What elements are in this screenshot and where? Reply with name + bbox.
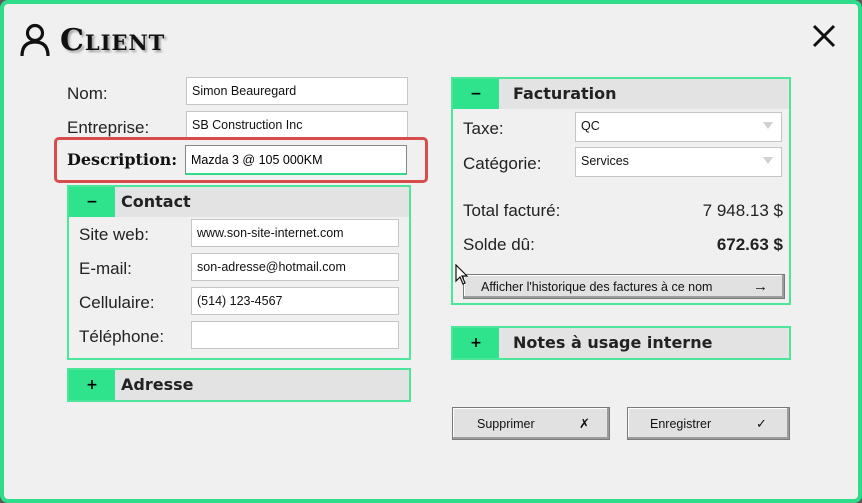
- balance-value: 672.63 $: [716, 235, 783, 254]
- website-field[interactable]: www.son-site-internet.com: [191, 219, 399, 247]
- website-label: Site web:: [79, 225, 149, 244]
- name-label: Nom:: [67, 84, 108, 103]
- notes-panel: + Notes à usage interne: [451, 326, 791, 360]
- notes-panel-title: Notes à usage interne: [513, 333, 713, 352]
- email-field[interactable]: son-adresse@hotmail.com: [191, 253, 399, 281]
- chevron-down-icon: [763, 122, 773, 129]
- email-label: E-mail:: [79, 259, 132, 278]
- title-bar: Client: [20, 18, 165, 62]
- name-field[interactable]: Simon Beauregard: [186, 77, 408, 105]
- company-field[interactable]: SB Construction Inc: [186, 111, 408, 139]
- delete-button[interactable]: Supprimer ✗: [452, 407, 610, 440]
- category-label: Catégorie:: [463, 154, 542, 173]
- contact-panel-header[interactable]: − Contact: [69, 187, 409, 217]
- category-select-value: Services: [581, 154, 629, 168]
- address-panel-title: Adresse: [121, 375, 194, 394]
- invoice-history-button[interactable]: Afficher l'historique des factures à ce …: [463, 274, 785, 299]
- description-field[interactable]: Mazda 3 @ 105 000KM: [185, 145, 407, 175]
- contact-panel-title: Contact: [121, 192, 191, 211]
- mouse-cursor-icon: [455, 264, 469, 285]
- contact-panel: − Contact Site web: www.son-site-interne…: [67, 185, 411, 360]
- address-panel-header[interactable]: + Adresse: [69, 370, 409, 400]
- company-label: Entreprise:: [67, 118, 150, 137]
- tax-select-value: QC: [581, 119, 600, 133]
- balance-label: Solde dû:: [463, 235, 535, 254]
- billing-panel-title: Facturation: [513, 84, 617, 103]
- chevron-down-icon: [763, 157, 773, 164]
- billing-panel: − Facturation Taxe: QC Catégorie: Servic…: [451, 77, 791, 305]
- user-icon: [20, 23, 50, 57]
- total-billed-label: Total facturé:: [463, 201, 561, 220]
- mobile-label: Cellulaire:: [79, 293, 155, 312]
- save-button-label: Enregistrer: [650, 417, 712, 431]
- client-dialog: Client Nom: Simon Beauregard Entreprise:…: [0, 0, 862, 503]
- contact-collapse-toggle[interactable]: −: [69, 187, 115, 217]
- phone-label: Téléphone:: [79, 327, 165, 346]
- delete-button-label: Supprimer: [477, 417, 535, 431]
- address-expand-toggle[interactable]: +: [69, 370, 115, 400]
- close-icon[interactable]: [810, 22, 838, 50]
- address-panel: + Adresse: [67, 368, 411, 402]
- save-button[interactable]: Enregistrer ✓: [627, 407, 790, 440]
- total-billed-value: 7 948.13 $: [702, 201, 783, 220]
- check-icon: ✓: [756, 416, 767, 431]
- arrow-right-icon: →: [753, 278, 768, 295]
- billing-panel-header[interactable]: − Facturation: [453, 79, 789, 109]
- billing-collapse-toggle[interactable]: −: [453, 79, 499, 109]
- x-icon: ✗: [579, 416, 590, 431]
- phone-field[interactable]: [191, 321, 399, 349]
- dialog-title: Client: [60, 22, 166, 58]
- notes-expand-toggle[interactable]: +: [453, 328, 499, 358]
- notes-panel-header[interactable]: + Notes à usage interne: [453, 328, 789, 358]
- description-label: Description:: [67, 150, 178, 169]
- mobile-field[interactable]: (514) 123-4567: [191, 287, 399, 315]
- category-select[interactable]: Services: [575, 147, 782, 177]
- tax-label: Taxe:: [463, 119, 504, 138]
- tax-select[interactable]: QC: [575, 112, 782, 142]
- invoice-history-label: Afficher l'historique des factures à ce …: [481, 280, 713, 294]
